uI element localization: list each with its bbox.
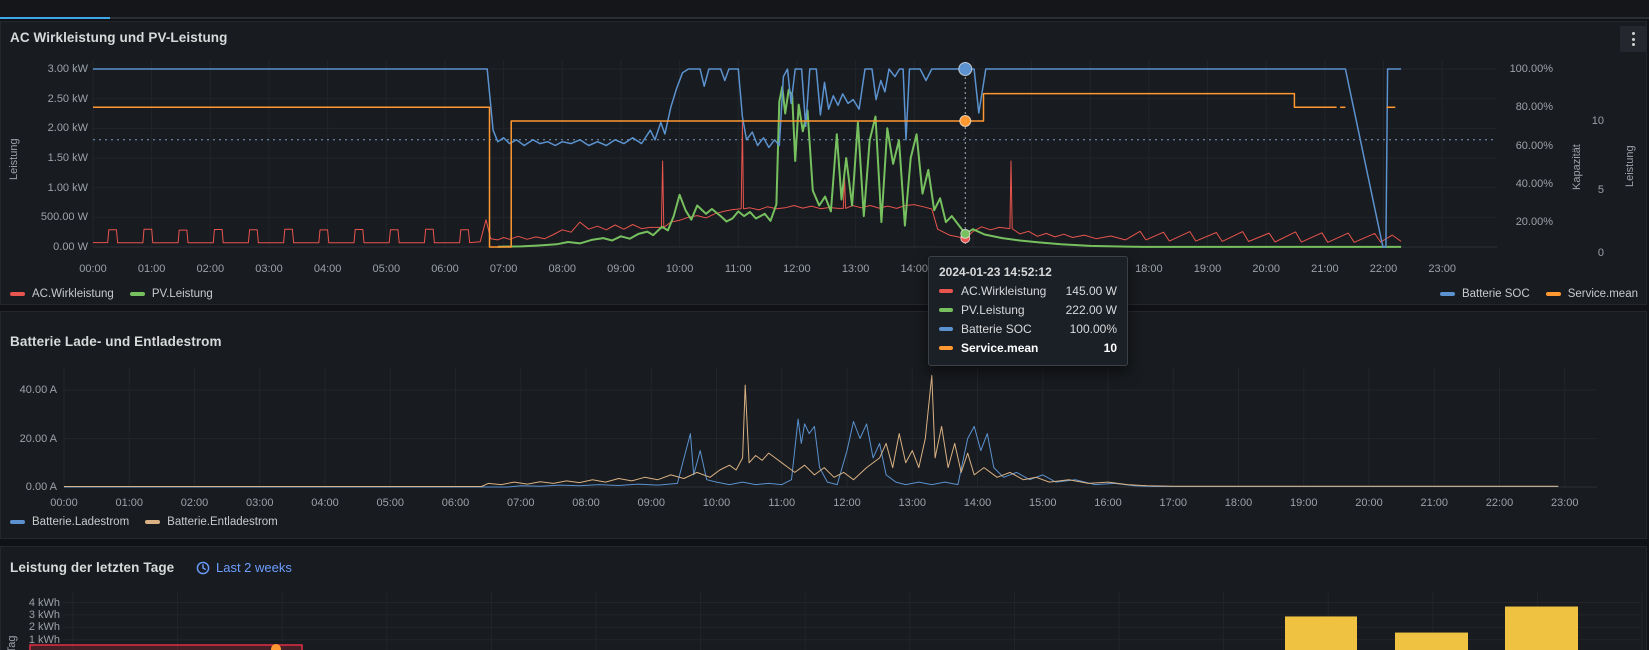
- p2-legend-item[interactable]: Batterie.Entladestrom: [145, 516, 278, 528]
- panel1-y-right1-axis-label: Kapazität: [1571, 144, 1583, 190]
- p1-legend-item[interactable]: Service.mean: [1546, 288, 1638, 300]
- series-color-swatch: [10, 520, 25, 524]
- tooltip-series-label: PV.Leistung: [961, 303, 1058, 317]
- panel3-title[interactable]: Leistung der letzten Tage: [10, 560, 174, 575]
- series-label: Batterie SOC: [1462, 288, 1530, 300]
- time-range-label: Last 2 weeks: [216, 560, 292, 575]
- p1-legend-item[interactable]: Batterie SOC: [1440, 288, 1530, 300]
- tooltip-series-value: 10: [1104, 341, 1117, 355]
- tooltip-series-label: Batterie SOC: [961, 322, 1062, 336]
- series-label: PV.Leistung: [152, 288, 213, 300]
- p1-legend-item[interactable]: AC.Wirkleistung: [10, 288, 114, 300]
- p2-legend-item[interactable]: Batterie.Ladestrom: [10, 516, 129, 528]
- panel1-y-right2-axis-label: Leistung: [1624, 145, 1636, 187]
- panel1-title[interactable]: AC Wirkleistung und PV-Leistung: [10, 30, 228, 45]
- tooltip-series-value: 145.00 W: [1066, 284, 1117, 298]
- p1-legend-item[interactable]: PV.Leistung: [130, 288, 213, 300]
- tooltip-series-value: 100.00%: [1070, 322, 1117, 336]
- panel-ac-pv: [0, 21, 1647, 305]
- top-accent-line: [0, 17, 110, 19]
- clock-icon: [196, 561, 210, 575]
- series-color-swatch: [145, 520, 160, 524]
- series-label: Service.mean: [1568, 288, 1638, 300]
- panel1-legend-left: AC.Wirkleistung PV.Leistung: [10, 288, 213, 300]
- tooltip-series-label: Service.mean: [961, 341, 1096, 355]
- panel-menu-kebab-icon[interactable]: [1620, 26, 1647, 52]
- grafana-dashboard: 3.00 kW2.50 kW2.00 kW1.50 kW1.00 kW500.0…: [0, 0, 1649, 650]
- tooltip-row: AC.Wirkleistung 145.00 W: [939, 284, 1117, 298]
- tooltip-series-swatch: [939, 289, 953, 293]
- panel3-time-range-link[interactable]: Last 2 weeks: [196, 560, 292, 575]
- panel1-legend-right: Batterie SOC Service.mean: [1440, 288, 1638, 300]
- panel2-title[interactable]: Batterie Lade- und Entladestrom: [10, 334, 222, 349]
- tooltip-timestamp: 2024-01-23 14:52:12: [939, 265, 1117, 279]
- series-label: AC.Wirkleistung: [32, 288, 114, 300]
- panel2-legend: Batterie.Ladestrom Batterie.Entladestrom: [10, 516, 278, 528]
- series-color-swatch: [1440, 292, 1455, 296]
- tooltip-row: PV.Leistung 222.00 W: [939, 303, 1117, 317]
- tooltip-row: Service.mean 10: [939, 341, 1117, 355]
- top-divider: [0, 17, 1649, 19]
- series-label: Batterie.Ladestrom: [32, 516, 129, 528]
- tooltip-series-label: AC.Wirkleistung: [961, 284, 1058, 298]
- hover-tooltip: 2024-01-23 14:52:12 AC.Wirkleistung 145.0…: [928, 256, 1128, 366]
- panel-battery-current: [0, 311, 1647, 539]
- series-label: Batterie.Entladestrom: [167, 516, 278, 528]
- tooltip-series-value: 222.00 W: [1066, 303, 1117, 317]
- tooltip-series-swatch: [939, 346, 953, 350]
- series-color-swatch: [1546, 292, 1561, 296]
- tooltip-series-swatch: [939, 308, 953, 312]
- tooltip-series-swatch: [939, 327, 953, 331]
- series-color-swatch: [10, 292, 25, 296]
- panel3-y-axis-label: kWh pro Tag: [6, 635, 18, 650]
- panel1-y-left-axis-label: Leistung: [8, 138, 20, 180]
- tooltip-row: Batterie SOC 100.00%: [939, 322, 1117, 336]
- series-color-swatch: [130, 292, 145, 296]
